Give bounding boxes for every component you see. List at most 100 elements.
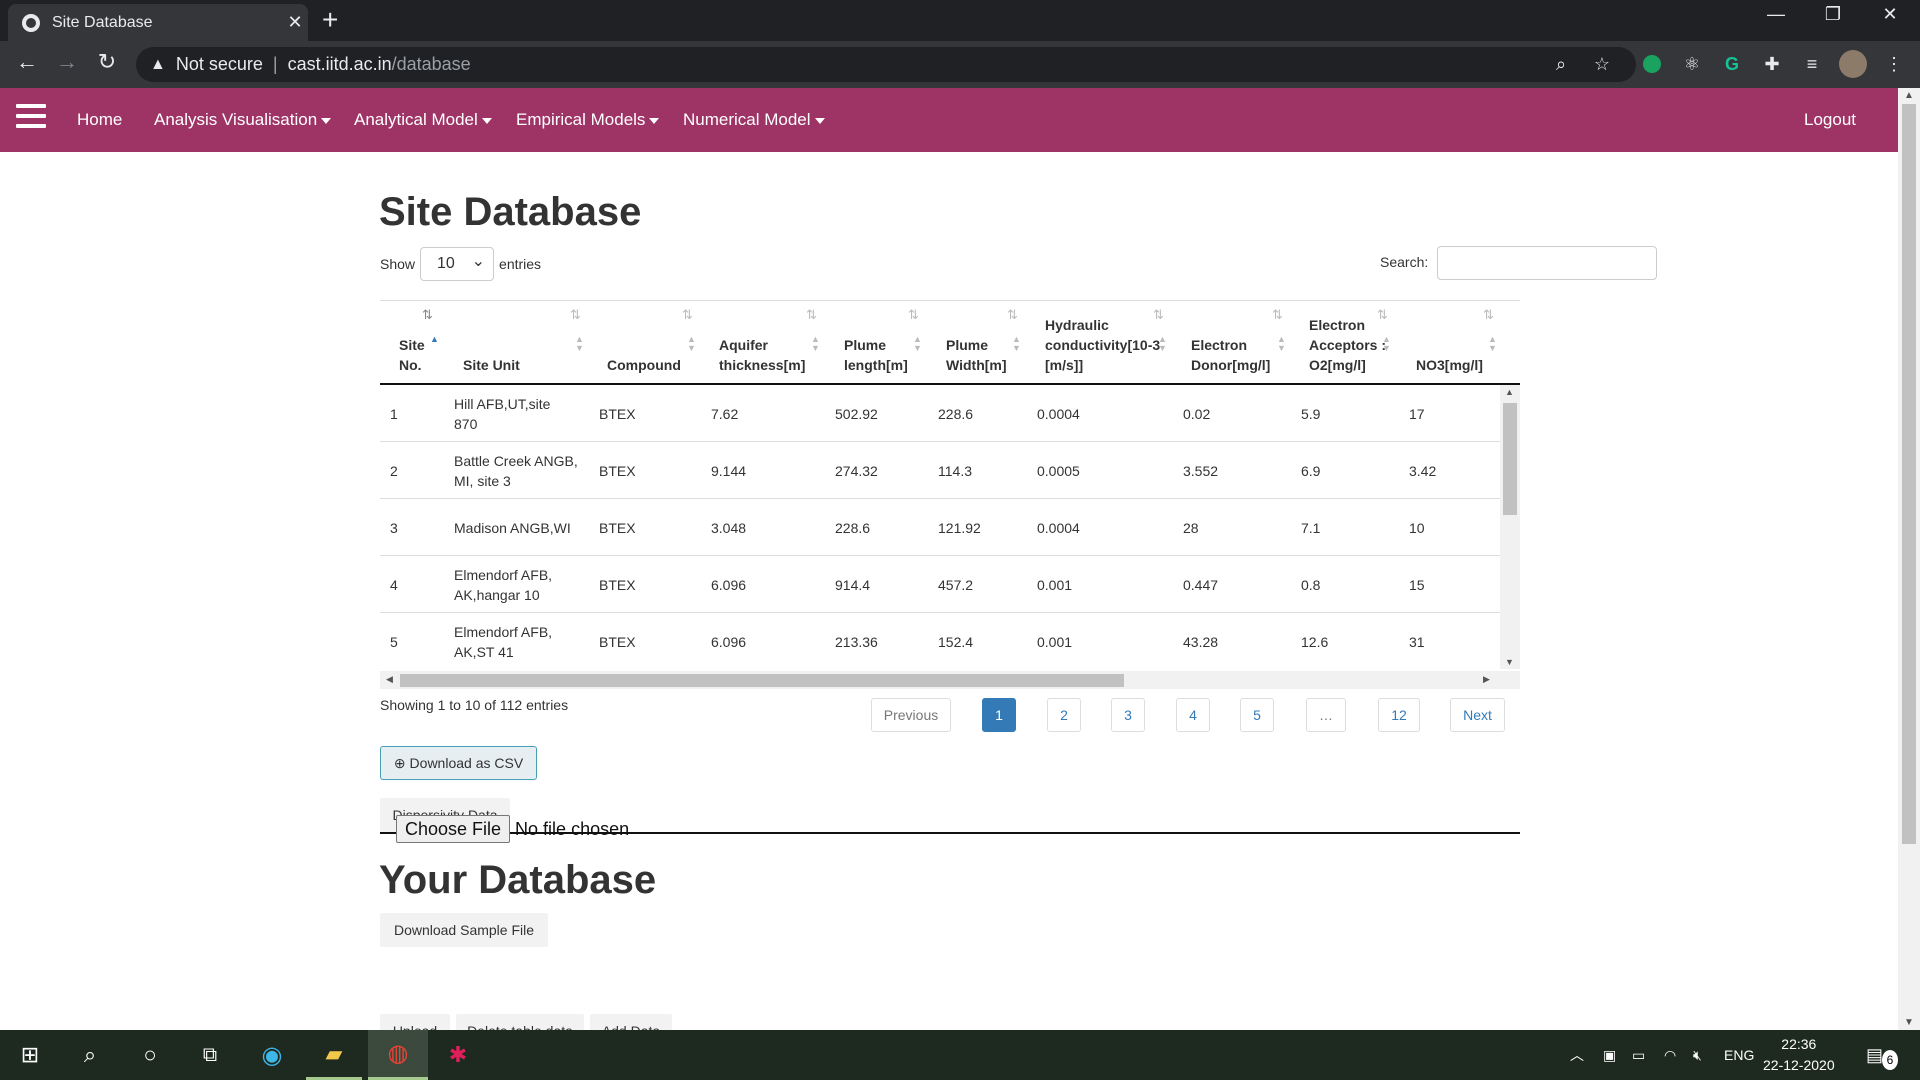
choose-file-button[interactable]: Choose File [396, 815, 511, 843]
cell-plume-width: 152.4 [938, 633, 974, 650]
hamburger-menu-icon[interactable] [16, 104, 46, 130]
nav-numerical-label: Numerical Model [683, 110, 811, 129]
col-header-electron-donor[interactable]: Electron Donor[mg/l] [1191, 335, 1277, 375]
url-path: /database [391, 54, 471, 74]
col-header-plume-width[interactable]: Plume Width[m] [946, 335, 1016, 375]
page-scroll-thumb[interactable] [1902, 104, 1916, 844]
cell-site-unit: Battle Creek ANGB, MI, site 3 [454, 452, 578, 489]
sort-icon[interactable]: ⇅ [570, 307, 581, 323]
pagination-page-1[interactable]: 1 [982, 698, 1016, 732]
table-scroll-right-icon[interactable]: ▶ [1483, 674, 1490, 685]
sort-icon[interactable]: ⇅ [1272, 307, 1283, 323]
minimize-icon[interactable]: — [1761, 4, 1791, 25]
pagination-page-4[interactable]: 4 [1176, 698, 1210, 732]
pagination-page-12[interactable]: 12 [1378, 698, 1420, 732]
delete-table-button[interactable]: Delete table data [456, 1014, 584, 1030]
pagination-page-2[interactable]: 2 [1047, 698, 1081, 732]
col-header-plume-length[interactable]: Plume length[m] [844, 335, 914, 375]
sort-icon[interactable]: ⇅ [806, 307, 817, 323]
page-scrollbar[interactable]: ▲ ▼ [1898, 88, 1920, 1030]
table-hscroll-thumb[interactable] [400, 674, 1124, 687]
table-horizontal-scrollbar[interactable]: ◀ ▶ [380, 671, 1520, 689]
cell-compound: BTEX [599, 633, 636, 650]
table-scroll-down-icon[interactable]: ▼ [1505, 657, 1514, 667]
grammarly-icon[interactable]: G [1720, 52, 1744, 76]
language-indicator[interactable]: ENG [1724, 1030, 1754, 1080]
bookmark-star-icon[interactable]: ☆ [1590, 52, 1614, 76]
add-data-button[interactable]: Add Data [590, 1014, 672, 1030]
scroll-down-icon[interactable]: ▼ [1904, 1017, 1914, 1028]
search-icon[interactable]: ⌕ [62, 1030, 118, 1080]
meet-now-icon[interactable]: ▣ [1603, 1030, 1616, 1080]
forward-icon[interactable]: → [52, 49, 82, 75]
table-vertical-scrollbar[interactable]: ▲ ▼ [1500, 385, 1520, 669]
zoom-icon[interactable]: ⌕ [1549, 52, 1573, 76]
nav-numerical-model[interactable]: Numerical Model [683, 110, 825, 130]
pagination-previous[interactable]: Previous [871, 698, 951, 732]
col-header-site-unit[interactable]: Site Unit [463, 355, 520, 375]
cell-no3: 17 [1409, 405, 1425, 422]
search-input[interactable] [1437, 246, 1657, 280]
wifi-icon[interactable]: ◠ [1664, 1030, 1676, 1080]
extensions-puzzle-icon[interactable]: ✚ [1760, 52, 1784, 76]
col-header-electron-acceptors[interactable]: Electron Acceptors : O2[mg/l] [1309, 315, 1389, 375]
sort-icon[interactable]: ⇅ [1007, 307, 1018, 323]
sort-icon[interactable]: ⇅ [1483, 307, 1494, 323]
scroll-up-icon[interactable]: ▲ [1904, 90, 1914, 101]
file-input[interactable]: Choose File No file chosen [396, 815, 629, 843]
download-sample-button[interactable]: Download Sample File [380, 913, 548, 947]
table-scroll-left-icon[interactable]: ◀ [386, 674, 393, 685]
extension-atom-icon[interactable]: ⚛ [1680, 52, 1704, 76]
col-header-no3[interactable]: NO3[mg/l] [1416, 355, 1483, 375]
nav-analysis-visualisation[interactable]: Analysis Visualisation [154, 110, 332, 130]
edge-icon[interactable]: ◉ [244, 1030, 300, 1080]
cortana-icon[interactable]: ○ [122, 1030, 178, 1080]
window-close-icon[interactable]: ✕ [1875, 4, 1905, 25]
cell-compound: BTEX [599, 462, 636, 479]
reload-icon[interactable]: ↻ [92, 49, 122, 75]
nav-analytical-label: Analytical Model [354, 110, 478, 129]
address-bar[interactable]: ▲ Not secure | cast.iitd.ac.in/database [136, 47, 1636, 82]
pagination-page-5[interactable]: 5 [1240, 698, 1274, 732]
browser-tab[interactable]: Site Database ✕ [8, 4, 308, 41]
pagination-next[interactable]: Next [1450, 698, 1505, 732]
col-header-hydraulic-conductivity[interactable]: Hydraulic conductivity[10-3 [m/s]] [1045, 315, 1161, 375]
nav-analytical-model[interactable]: Analytical Model [354, 110, 492, 130]
media-queue-icon[interactable]: ≡ [1800, 52, 1824, 76]
task-view-icon[interactable]: ⧉ [182, 1030, 238, 1080]
restore-icon[interactable]: ❐ [1818, 4, 1848, 25]
slack-icon[interactable]: ✱ [430, 1030, 486, 1080]
windows-start-icon[interactable]: ⊞ [0, 1030, 60, 1080]
nav-logout[interactable]: Logout [1804, 110, 1856, 130]
chrome-icon[interactable]: ◍ [368, 1030, 428, 1080]
extension-green-dot-icon[interactable] [1643, 55, 1661, 73]
sort-icon[interactable]: ⇅ [908, 307, 919, 323]
warning-icon: ▲ [150, 55, 166, 73]
upload-button[interactable]: Upload [380, 1014, 450, 1030]
nav-home[interactable]: Home [77, 110, 122, 130]
notification-center-icon[interactable]: ▤ [1866, 1030, 1883, 1080]
clock-date: 22-12-2020 [1763, 1057, 1835, 1073]
nav-empirical-models[interactable]: Empirical Models [516, 110, 660, 130]
col-header-compound[interactable]: Compound [607, 355, 681, 375]
table-vscroll-thumb[interactable] [1503, 403, 1517, 515]
table-scroll-up-icon[interactable]: ▲ [1505, 387, 1514, 397]
sort-icon[interactable]: ⇅ [682, 307, 693, 323]
battery-icon[interactable]: ▭ [1632, 1030, 1645, 1080]
profile-avatar[interactable] [1839, 50, 1867, 78]
col-header-aquifer-thickness[interactable]: Aquifer thickness[m] [719, 335, 809, 375]
show-hidden-icons-icon[interactable]: ︿ [1570, 1030, 1584, 1080]
sort-asc-icon[interactable]: ⇅ [422, 307, 433, 323]
browser-menu-icon[interactable]: ⋮ [1882, 52, 1906, 76]
tab-close-icon[interactable]: ✕ [282, 12, 308, 33]
download-csv-button[interactable]: ⊕ Download as CSV [380, 746, 537, 780]
volume-muted-icon[interactable]: 🔇︎ [1693, 1030, 1702, 1080]
pagination-page-3[interactable]: 3 [1111, 698, 1145, 732]
system-clock[interactable]: 22:36 22-12-2020 [1763, 1034, 1835, 1076]
file-explorer-icon[interactable]: ▰ [306, 1030, 362, 1080]
new-tab-icon[interactable]: + [322, 6, 338, 34]
sort-arrows-icon: ▲ ▼ [687, 334, 696, 353]
back-icon[interactable]: ← [12, 49, 42, 75]
entries-select[interactable]: 10 [420, 247, 495, 281]
browser-tab-bar: Site Database ✕ + — ❐ ✕ [0, 0, 1920, 41]
